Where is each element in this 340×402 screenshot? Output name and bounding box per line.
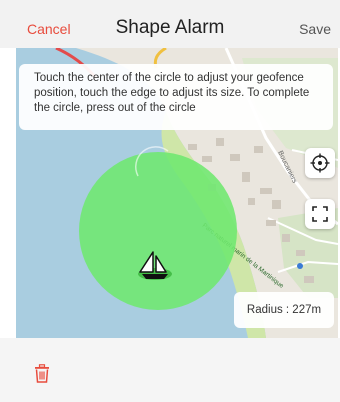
radius-label: Radius : 227m: [234, 292, 334, 328]
save-button[interactable]: Save: [299, 21, 331, 37]
fullscreen-button[interactable]: [305, 199, 335, 229]
cancel-button[interactable]: Cancel: [27, 21, 71, 37]
trash-icon: [35, 364, 49, 383]
header-bar: Cancel Shape Alarm Save: [0, 0, 340, 48]
fullscreen-icon: [312, 206, 328, 222]
delete-button[interactable]: [34, 364, 50, 388]
geofence-circle[interactable]: [79, 152, 237, 310]
map-poi-icon: [297, 263, 303, 269]
action-bar: [0, 338, 340, 402]
instruction-banner: Touch the center of the circle to adjust…: [19, 64, 333, 130]
crosshair-icon: [310, 153, 330, 173]
locate-button[interactable]: [305, 148, 335, 178]
